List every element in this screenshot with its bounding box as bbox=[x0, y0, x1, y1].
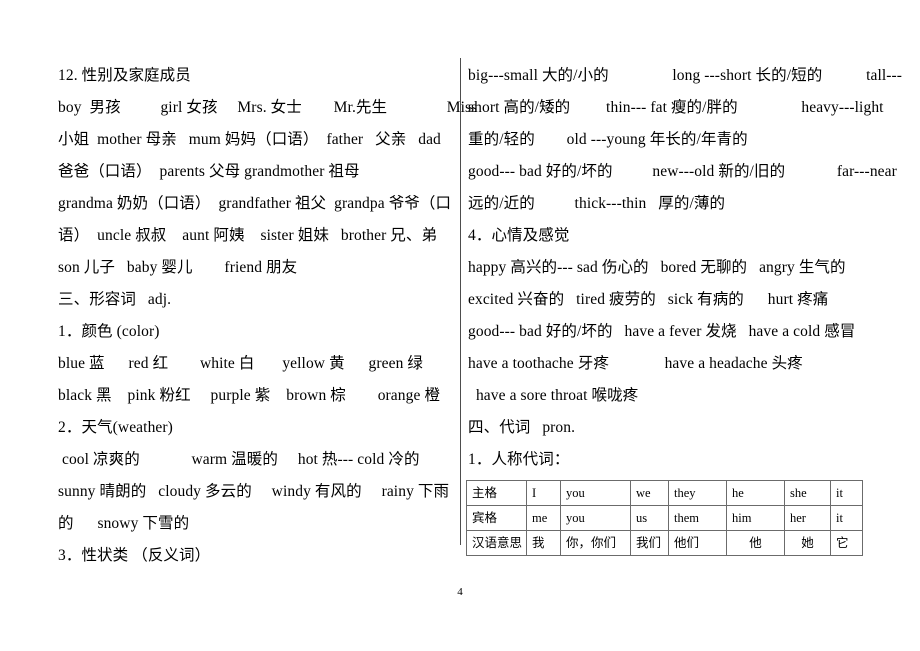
table-cell: it bbox=[830, 505, 863, 531]
text-line: good--- bad 好的/坏的 have a fever 发烧 have a… bbox=[468, 323, 856, 340]
table-row: 宾格 me you us them him her it bbox=[466, 505, 863, 531]
text-line: 四、代词 pron. bbox=[468, 419, 576, 436]
text-line: cool 凉爽的 warm 温暖的 hot 热--- cold 冷的 bbox=[58, 451, 420, 468]
text-line: excited 兴奋的 tired 疲劳的 sick 有病的 hurt 疼痛 bbox=[468, 291, 829, 308]
table-row: 汉语意思 我 你，你们 我们 他们 他 她 它 bbox=[466, 530, 863, 556]
table-cell: him bbox=[726, 505, 785, 531]
text-line: black 黑 pink 粉红 purple 紫 brown 棕 orange … bbox=[58, 387, 441, 404]
text-line: blue 蓝 red 红 white 白 yellow 黄 green 绿 bbox=[58, 355, 424, 372]
table-cell: you bbox=[560, 480, 631, 506]
text-line: boy 男孩 girl 女孩 Mrs. 女士 Mr.先生 Miss bbox=[58, 99, 478, 116]
table-cell: them bbox=[668, 505, 727, 531]
text-line: 远的/近的 thick---thin 厚的/薄的 bbox=[468, 195, 726, 212]
table-row-label: 宾格 bbox=[466, 505, 527, 531]
text-line: son 儿子 baby 婴儿 friend 朋友 bbox=[58, 259, 298, 276]
personal-pronoun-table-container: 主格 I you we they he she it 宾格 me you us … bbox=[466, 480, 863, 556]
table-cell: 她 bbox=[784, 530, 831, 556]
table-row-label: 主格 bbox=[466, 480, 527, 506]
table-cell: me bbox=[526, 505, 561, 531]
document-page: 12. 性别及家庭成员 boy 男孩 girl 女孩 Mrs. 女士 Mr.先生… bbox=[0, 0, 920, 651]
table-cell: 他们 bbox=[668, 530, 727, 556]
table-cell: it bbox=[830, 480, 863, 506]
table-row: 主格 I you we they he she it bbox=[466, 480, 863, 506]
table-cell: he bbox=[726, 480, 785, 506]
left-text-column: 12. 性别及家庭成员 boy 男孩 girl 女孩 Mrs. 女士 Mr.先生… bbox=[58, 60, 478, 572]
table-cell: 我们 bbox=[630, 530, 669, 556]
table-cell: her bbox=[784, 505, 831, 531]
text-line: have a sore throat 喉咙疼 bbox=[468, 387, 639, 404]
personal-pronoun-table: 主格 I you we they he she it 宾格 me you us … bbox=[466, 480, 863, 556]
table-cell: 他 bbox=[726, 530, 785, 556]
text-line: 三、形容词 adj. bbox=[58, 291, 172, 308]
text-line: 12. 性别及家庭成员 bbox=[58, 67, 191, 84]
text-line: short 高的/矮的 thin--- fat 瘦的/胖的 heavy---li… bbox=[468, 99, 884, 116]
text-line: sunny 晴朗的 cloudy 多云的 windy 有风的 rainy 下雨 bbox=[58, 483, 450, 500]
text-line: 爸爸（口语） parents 父母 grandmother 祖母 bbox=[58, 163, 360, 180]
table-cell: 你，你们 bbox=[560, 530, 631, 556]
text-line: 2．天气(weather) bbox=[58, 419, 173, 436]
text-line: good--- bad 好的/坏的 new---old 新的/旧的 far---… bbox=[468, 163, 897, 180]
table-cell: 我 bbox=[526, 530, 561, 556]
text-line: 4．心情及感觉 bbox=[468, 227, 570, 244]
right-text-column: big---small 大的/小的 long ---short 长的/短的 ta… bbox=[468, 60, 916, 476]
text-line: big---small 大的/小的 long ---short 长的/短的 ta… bbox=[468, 67, 903, 84]
table-cell: she bbox=[784, 480, 831, 506]
table-cell: 它 bbox=[830, 530, 863, 556]
table-cell: they bbox=[668, 480, 727, 506]
table-cell: we bbox=[630, 480, 669, 506]
text-line: 语） uncle 叔叔 aunt 阿姨 sister 姐妹 brother 兄、… bbox=[58, 227, 438, 244]
text-line: 3．性状类 （反义词） bbox=[58, 547, 211, 564]
text-line: happy 高兴的--- sad 伤心的 bored 无聊的 angry 生气的 bbox=[468, 259, 846, 276]
text-line: 重的/轻的 old ---young 年长的/年青的 bbox=[468, 131, 748, 148]
text-line: 的 snowy 下雪的 bbox=[58, 515, 190, 532]
table-cell: you bbox=[560, 505, 631, 531]
text-line: 小姐 mother 母亲 mum 妈妈（口语） father 父亲 dad bbox=[58, 131, 441, 148]
text-line: 1．人称代词： bbox=[468, 451, 570, 468]
text-line: have a toothache 牙疼 have a headache 头疼 bbox=[468, 355, 803, 372]
table-cell: I bbox=[526, 480, 561, 506]
table-cell: us bbox=[630, 505, 669, 531]
text-line: 1．颜色 (color) bbox=[58, 323, 160, 340]
table-row-label: 汉语意思 bbox=[466, 530, 527, 556]
page-number: 4 bbox=[457, 586, 463, 598]
text-line: grandma 奶奶（口语） grandfather 祖父 grandpa 爷爷… bbox=[58, 195, 452, 212]
